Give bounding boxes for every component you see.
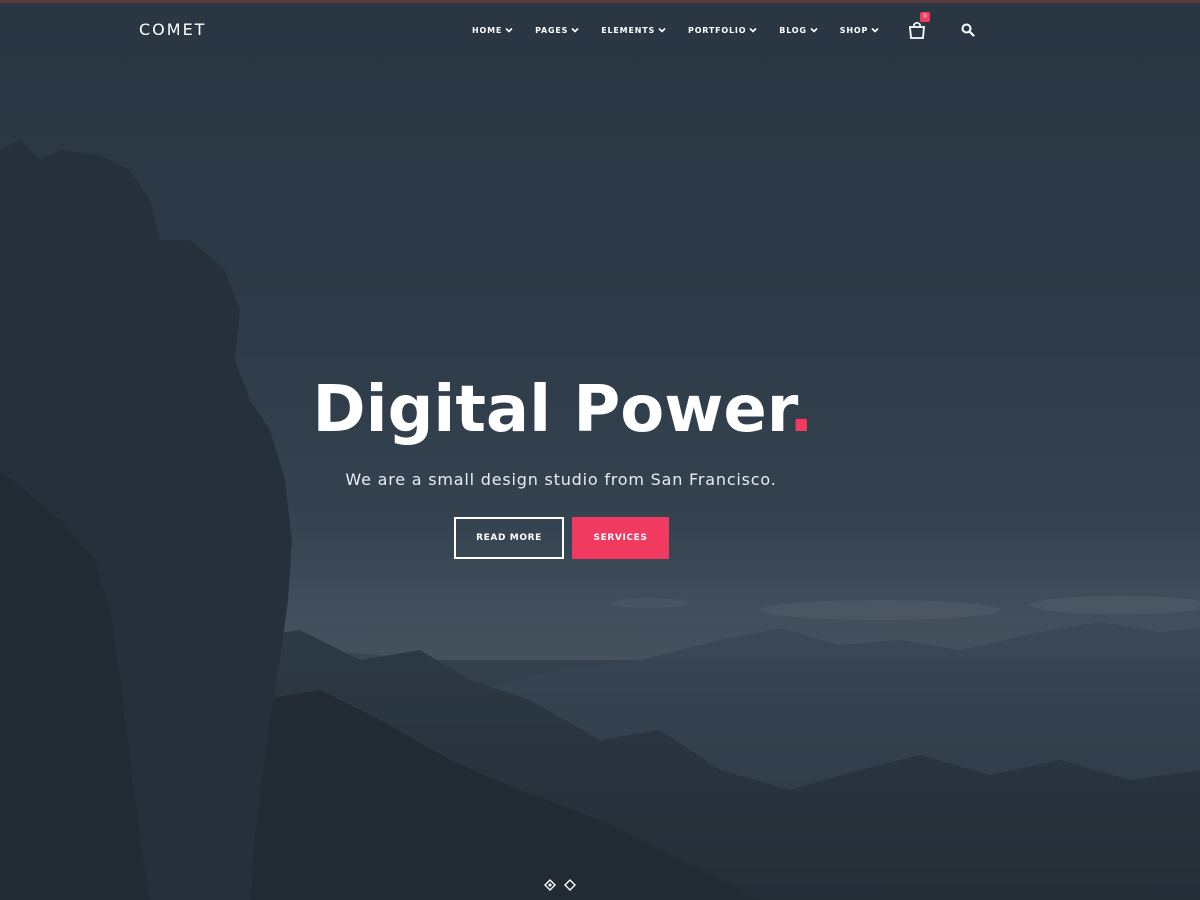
page: COMET HOME PAGES ELEMENTS PORTFOLIO BLOG xyxy=(0,0,1200,900)
search-button[interactable] xyxy=(961,22,975,37)
slide-dot-active[interactable] xyxy=(544,879,556,891)
nav-item-portfolio[interactable]: PORTFOLIO xyxy=(688,24,757,36)
hero-title-text: Digital Power xyxy=(312,373,790,447)
nav-item-label: BLOG xyxy=(779,25,807,35)
nav-item-pages[interactable]: PAGES xyxy=(535,24,579,36)
nav-item-label: PORTFOLIO xyxy=(688,25,747,35)
nav-item-shop[interactable]: SHOP xyxy=(840,24,879,36)
search-icon xyxy=(961,23,975,37)
read-more-button[interactable]: READ MORE xyxy=(454,517,564,559)
slider-pagination xyxy=(544,879,576,891)
hero-title: Digital Power. xyxy=(0,370,1126,450)
chevron-down-icon xyxy=(658,27,666,33)
nav-item-label: ELEMENTS xyxy=(601,25,656,35)
slide-dot[interactable] xyxy=(564,879,576,891)
cart-button[interactable]: 0 xyxy=(908,12,930,40)
nav-item-blog[interactable]: BLOG xyxy=(779,24,818,36)
chevron-down-icon xyxy=(749,27,757,33)
cart-count-badge: 0 xyxy=(920,12,930,22)
nav-item-label: HOME xyxy=(472,25,503,35)
chevron-down-icon xyxy=(505,27,513,33)
hero-title-dot: . xyxy=(789,373,814,447)
shopping-bag-icon xyxy=(909,21,925,39)
hero-subtitle: We are a small design studio from San Fr… xyxy=(345,470,777,489)
hero-background-image xyxy=(0,140,1200,900)
nav-item-home[interactable]: HOME xyxy=(472,24,513,36)
site-logo[interactable]: COMET xyxy=(139,20,206,39)
nav-item-label: SHOP xyxy=(839,25,869,35)
site-header: COMET HOME PAGES ELEMENTS PORTFOLIO BLOG xyxy=(0,0,1200,60)
chevron-down-icon xyxy=(810,27,818,33)
chevron-down-icon xyxy=(871,27,879,33)
nav-item-label: PAGES xyxy=(535,25,569,35)
chevron-down-icon xyxy=(571,27,579,33)
nav-item-elements[interactable]: ELEMENTS xyxy=(601,24,666,36)
services-button[interactable]: SERVICES xyxy=(572,517,669,559)
main-nav: HOME PAGES ELEMENTS PORTFOLIO BLOG SHOP xyxy=(472,24,901,36)
